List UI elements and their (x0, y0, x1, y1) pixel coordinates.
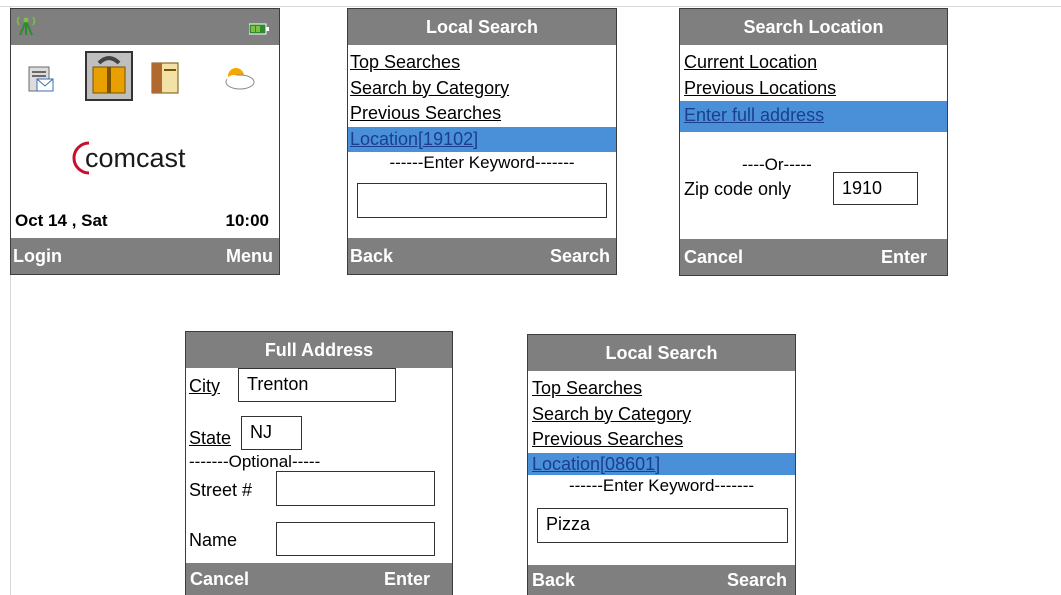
search-location-screen: Search Location Current Location Previou… (679, 8, 948, 276)
comcast-wordmark: comcast (85, 143, 186, 173)
full-address-screen: Full Address City Trenton State NJ -----… (185, 331, 453, 595)
search-softkey[interactable]: Search (727, 565, 787, 595)
zip-code-input[interactable]: 1910 (833, 172, 918, 205)
state-label: State (189, 428, 232, 448)
keyword-input[interactable] (357, 183, 607, 218)
menu-item-location[interactable]: Location[19102] (348, 126, 616, 152)
cancel-softkey[interactable]: Cancel (684, 239, 743, 275)
mail-icon[interactable] (27, 65, 55, 100)
full-address-softbar: Cancel Enter (186, 563, 452, 595)
local-search-menu-1: Top Searches Search by Category Previous… (348, 50, 616, 174)
phonebook-icon[interactable] (85, 51, 133, 106)
local-search-softbar-2: Back Search (528, 565, 795, 595)
status-bar (11, 9, 279, 45)
menu-item-previous-searches[interactable]: Previous Searches (348, 101, 616, 127)
menu-item-enter-full-address[interactable]: Enter full address (680, 101, 947, 132)
home-softbar: Login Menu (11, 238, 279, 274)
local-search-screen-2: Local Search Top Searches Search by Cate… (527, 334, 796, 595)
menu-softkey[interactable]: Menu (226, 238, 273, 274)
search-location-softbar: Cancel Enter (680, 239, 947, 275)
local-search-screen-1: Local Search Top Searches Search by Cate… (347, 8, 617, 275)
menu-item-search-by-category[interactable]: Search by Category (528, 402, 795, 428)
enter-keyword-separator: ------Enter Keyword------- (568, 475, 755, 495)
full-address-title: Full Address (186, 332, 452, 368)
zip-code-label: Zip code only (684, 179, 792, 199)
enter-softkey[interactable]: Enter (881, 239, 927, 275)
menu-item-current-location[interactable]: Current Location (680, 50, 947, 76)
menu-item-top-searches[interactable]: Top Searches (528, 376, 795, 402)
top-divider (0, 6, 1061, 7)
menu-item-previous-locations[interactable]: Previous Locations (680, 76, 947, 102)
search-location-title: Search Location (680, 9, 947, 45)
back-softkey[interactable]: Back (350, 238, 393, 274)
city-label: City (189, 376, 220, 396)
signal-icon (15, 15, 37, 42)
menu-item-search-by-category[interactable]: Search by Category (348, 76, 616, 102)
optional-separator: -------Optional----- (189, 452, 321, 471)
street-input[interactable] (276, 471, 435, 506)
name-label: Name (189, 530, 238, 550)
local-search-softbar-1: Back Search (348, 238, 616, 274)
or-separator: ----Or----- (742, 155, 812, 174)
battery-icon (248, 22, 269, 40)
notebook-icon[interactable] (148, 61, 182, 102)
menu-item-top-searches[interactable]: Top Searches (348, 50, 616, 76)
login-softkey[interactable]: Login (13, 238, 62, 274)
keyword-input[interactable]: Pizza (537, 508, 788, 543)
name-input[interactable] (276, 522, 435, 556)
menu-item-previous-searches[interactable]: Previous Searches (528, 427, 795, 453)
city-input[interactable]: Trenton (238, 368, 396, 402)
comcast-logo: comcast (71, 137, 231, 177)
menu-item-location[interactable]: Location[08601] (528, 452, 795, 475)
home-date: Oct 14 , Sat (15, 211, 108, 230)
street-label: Street # (189, 480, 253, 500)
cancel-softkey[interactable]: Cancel (190, 563, 249, 595)
search-softkey[interactable]: Search (550, 238, 610, 274)
home-screen: comcast Oct 14 , Sat 10:00 Login Menu (10, 8, 280, 275)
back-softkey[interactable]: Back (532, 565, 575, 595)
search-location-menu: Current Location Previous Locations Ente… (680, 50, 947, 132)
enter-keyword-separator: ------Enter Keyword------- (389, 153, 575, 172)
enter-softkey[interactable]: Enter (384, 563, 430, 595)
weather-icon[interactable] (222, 66, 256, 97)
home-time: 10:00 (225, 211, 269, 230)
local-search-menu-2: Top Searches Search by Category Previous… (528, 376, 795, 497)
local-search-title-2: Local Search (528, 335, 795, 371)
local-search-title-1: Local Search (348, 9, 616, 45)
state-input[interactable]: NJ (241, 416, 302, 450)
